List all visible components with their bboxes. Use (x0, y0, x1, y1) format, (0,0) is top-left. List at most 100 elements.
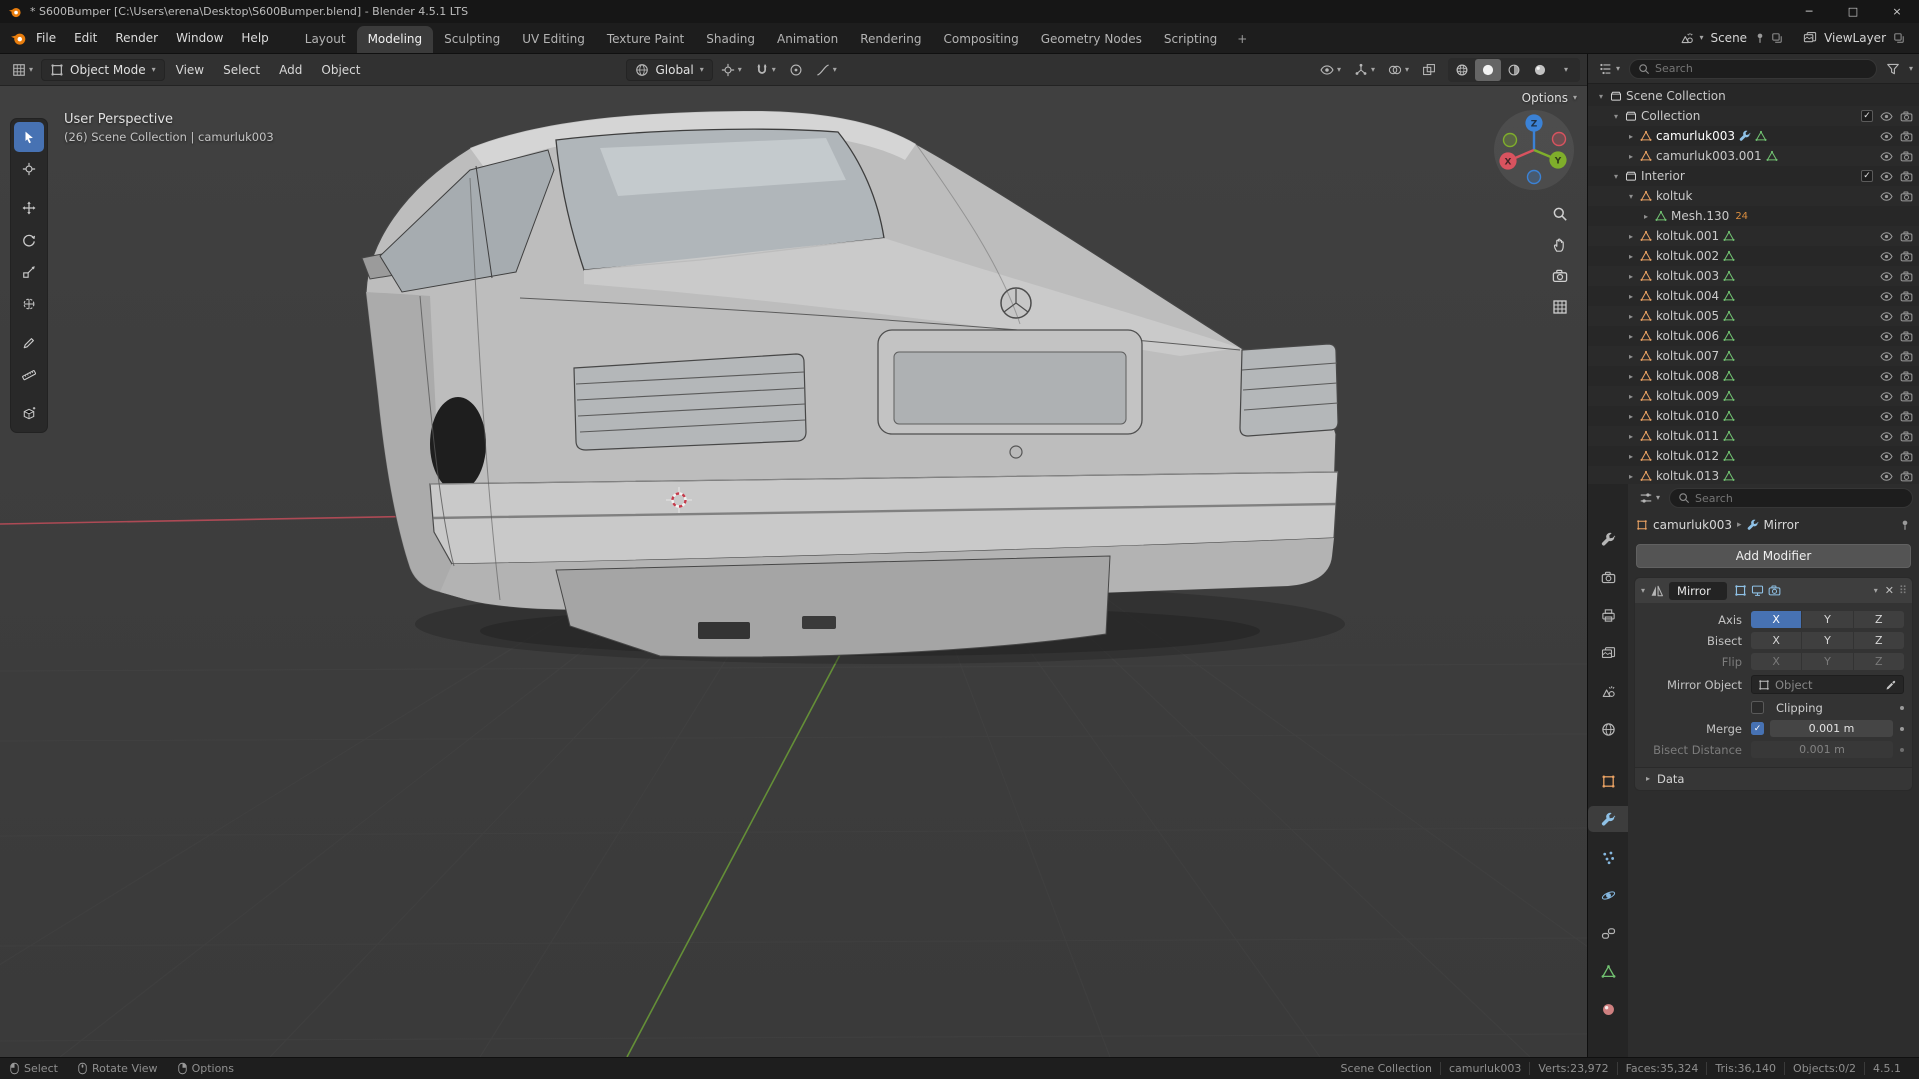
disable-render-icon[interactable] (1900, 390, 1913, 403)
outliner-row-mesh-130[interactable]: ▸ Mesh.130 24 (1588, 206, 1919, 226)
tool-select-box[interactable] (14, 122, 44, 152)
close-button[interactable]: × (1875, 0, 1919, 23)
disable-render-icon[interactable] (1900, 230, 1913, 243)
new-scene-icon[interactable] (1771, 32, 1783, 44)
bisect-y-button[interactable]: Y (1802, 632, 1853, 649)
expand-icon[interactable]: ▸ (1626, 452, 1636, 461)
outliner-row-koltuk-003[interactable]: ▸ koltuk.003 (1588, 266, 1919, 286)
delete-modifier-button[interactable]: ✕ (1885, 584, 1894, 597)
disable-render-icon[interactable] (1900, 290, 1913, 303)
tab-shading[interactable]: Shading (695, 26, 766, 53)
hide-viewport-icon[interactable] (1880, 410, 1893, 423)
modifier-name-input[interactable]: Mirror (1669, 581, 1728, 600)
breadcrumb-modifier[interactable]: Mirror (1764, 518, 1799, 532)
hide-viewport-icon[interactable] (1880, 190, 1893, 203)
expand-icon[interactable]: ▸ (1626, 252, 1636, 261)
hide-viewport-icon[interactable] (1880, 330, 1893, 343)
camera-view-control[interactable] (1548, 264, 1572, 288)
tab-geometry-nodes[interactable]: Geometry Nodes (1030, 26, 1153, 53)
tab-scene[interactable] (1588, 678, 1628, 704)
add-modifier-button[interactable]: Add Modifier (1636, 544, 1911, 568)
outliner-row-interior[interactable]: ▾ Interior ✓ (1588, 166, 1919, 186)
proportional-edit-toggle[interactable] (784, 59, 808, 81)
tool-annotate[interactable] (14, 328, 44, 358)
menu-add[interactable]: Add (271, 59, 310, 81)
drag-handle-icon[interactable]: ⠿ (1899, 584, 1907, 597)
tab-modifiers[interactable] (1588, 806, 1628, 832)
snap-toggle[interactable]: ▾ (750, 59, 781, 81)
expand-icon[interactable]: ▸ (1626, 152, 1636, 161)
minimize-button[interactable]: ─ (1787, 0, 1831, 23)
outliner-row-koltuk[interactable]: ▾ koltuk (1588, 186, 1919, 206)
hide-viewport-icon[interactable] (1880, 350, 1893, 363)
hide-viewport-icon[interactable] (1880, 130, 1893, 143)
tool-measure[interactable] (14, 360, 44, 390)
outliner-row-koltuk-001[interactable]: ▸ koltuk.001 (1588, 226, 1919, 246)
tab-render[interactable] (1588, 564, 1628, 590)
tab-particles[interactable] (1588, 844, 1628, 870)
pan-control[interactable] (1548, 233, 1572, 257)
expand-panel-icon[interactable]: ▾ (1641, 586, 1645, 595)
tab-material[interactable] (1588, 996, 1628, 1022)
expand-icon[interactable]: ▾ (1596, 92, 1606, 101)
disable-render-icon[interactable] (1900, 370, 1913, 383)
add-workspace-button[interactable]: + (1228, 26, 1256, 53)
merge-checkbox[interactable]: ✓ (1751, 722, 1764, 735)
animate-dot-icon[interactable] (1900, 747, 1904, 752)
outliner-row-camurluk003-001[interactable]: ▸ camurluk003.001 (1588, 146, 1919, 166)
flip-z-button[interactable]: Z (1853, 653, 1904, 670)
disable-render-icon[interactable] (1900, 170, 1913, 183)
disable-render-icon[interactable] (1900, 450, 1913, 463)
outliner-row-camurluk003[interactable]: ▸ camurluk003 (1588, 126, 1919, 146)
data-subpanel[interactable]: ▸ Data (1635, 767, 1912, 790)
outliner-row-koltuk-002[interactable]: ▸ koltuk.002 (1588, 246, 1919, 266)
collection-checkbox[interactable]: ✓ (1861, 170, 1873, 182)
navigation-gizmo[interactable]: Z X Y (1492, 108, 1576, 192)
ortho-toggle-control[interactable] (1548, 295, 1572, 319)
disable-render-icon[interactable] (1900, 310, 1913, 323)
outliner-row-koltuk-009[interactable]: ▸ koltuk.009 (1588, 386, 1919, 406)
gizmos-dropdown[interactable]: ▾ (1349, 59, 1380, 81)
menu-render[interactable]: Render (106, 27, 167, 49)
breadcrumb-object[interactable]: camurluk003 (1653, 518, 1732, 532)
shading-dropdown[interactable]: ▾ (1553, 59, 1579, 81)
tool-options-dropdown[interactable]: Options ▾ (1522, 91, 1577, 105)
expand-icon[interactable]: ▾ (1611, 112, 1621, 121)
disable-render-icon[interactable] (1900, 430, 1913, 443)
menu-file[interactable]: File (27, 27, 65, 49)
hide-viewport-icon[interactable] (1880, 430, 1893, 443)
tab-uv-editing[interactable]: UV Editing (511, 26, 596, 53)
hide-viewport-icon[interactable] (1880, 470, 1893, 483)
falloff-select[interactable]: ▾ (811, 59, 842, 81)
flip-y-button[interactable]: Y (1802, 653, 1853, 670)
tool-scale[interactable] (14, 257, 44, 287)
realtime-display-toggle[interactable] (1751, 584, 1764, 597)
orientation-select[interactable]: Global ▾ (626, 58, 713, 81)
pin-id-icon[interactable] (1899, 519, 1911, 531)
pivot-point-select[interactable]: ▾ (716, 59, 747, 81)
hide-viewport-icon[interactable] (1880, 150, 1893, 163)
menu-help[interactable]: Help (232, 27, 277, 49)
pin-scene-icon[interactable] (1754, 32, 1766, 44)
outliner-editor-type-button[interactable]: ▾ (1594, 58, 1625, 80)
tab-layout[interactable]: Layout (294, 26, 357, 53)
object-visibility-dropdown[interactable]: ▾ (1315, 59, 1346, 81)
expand-icon[interactable]: ▸ (1626, 352, 1636, 361)
hide-viewport-icon[interactable] (1880, 390, 1893, 403)
disable-render-icon[interactable] (1900, 410, 1913, 423)
tab-scripting[interactable]: Scripting (1153, 26, 1228, 53)
menu-window[interactable]: Window (167, 27, 232, 49)
axis-z-button[interactable]: Z (1853, 611, 1904, 628)
disable-render-icon[interactable] (1900, 150, 1913, 163)
new-viewlayer-icon[interactable] (1893, 32, 1905, 44)
tab-sculpting[interactable]: Sculpting (433, 26, 511, 53)
tab-physics[interactable] (1588, 882, 1628, 908)
bisect-z-button[interactable]: Z (1853, 632, 1904, 649)
expand-icon[interactable]: ▸ (1626, 312, 1636, 321)
expand-icon[interactable]: ▸ (1626, 132, 1636, 141)
hide-viewport-icon[interactable] (1880, 270, 1893, 283)
menu-edit[interactable]: Edit (65, 27, 106, 49)
bisect-x-button[interactable]: X (1751, 632, 1802, 649)
outliner-row-collection[interactable]: ▾ Collection ✓ (1588, 106, 1919, 126)
disable-render-icon[interactable] (1900, 110, 1913, 123)
